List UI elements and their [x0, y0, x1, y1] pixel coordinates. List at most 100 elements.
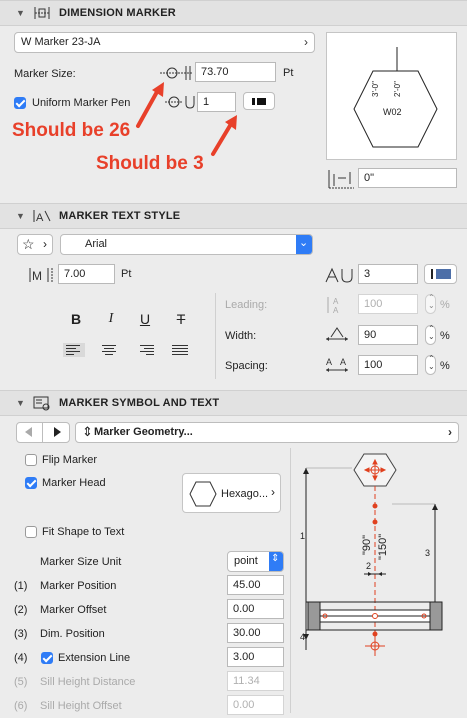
extension-line-label: Extension Line [58, 652, 131, 664]
pen-swatch-button[interactable] [243, 92, 275, 110]
next-page-button[interactable] [44, 423, 69, 442]
width-stepper[interactable] [425, 324, 436, 345]
sill-height-distance-input[interactable]: 11.34 [227, 671, 284, 691]
strikethrough-button[interactable]: T [171, 311, 191, 329]
hexagon-icon [189, 481, 217, 507]
preview-dim-right: 2'-0" [393, 81, 402, 97]
prev-page-button[interactable] [17, 423, 43, 442]
fit-shape-checkbox[interactable] [25, 526, 37, 538]
align-left-button[interactable] [63, 343, 85, 357]
row-3-number: (3) [14, 628, 28, 640]
spacing-stepper[interactable] [425, 354, 436, 375]
text-pen-icon [325, 267, 353, 283]
marker-symbol-header[interactable]: ▼ MARKER SYMBOL AND TEXT [0, 390, 467, 416]
marker-size-input[interactable]: 73.70 [195, 62, 276, 82]
font-dropdown[interactable]: Arial ⌄ [60, 234, 313, 255]
leading-icon: A A [327, 297, 339, 315]
marker-offset-label: Marker Offset [40, 604, 107, 616]
marker-text-style-header[interactable]: ▼ A MARKER TEXT STYLE [0, 203, 467, 229]
align-right-button[interactable] [136, 343, 158, 357]
star-icon: ☆ [22, 236, 35, 252]
marker-type-value: W Marker 23-JA [21, 36, 101, 48]
align-center-button[interactable] [100, 343, 122, 357]
row-5-number: (5) [14, 676, 28, 688]
size-unit-dropdown[interactable]: point ⇕ [227, 551, 284, 572]
marker-preview: 3'-0" 2'-0" W02 [326, 32, 457, 160]
pen-number-input[interactable]: 1 [197, 92, 236, 112]
dim-position-label: Dim. Position [40, 628, 105, 640]
row-2-number: (2) [14, 604, 28, 616]
head-shape-label: Hexago... [221, 488, 269, 500]
hexagon-marker-preview-icon [353, 47, 438, 148]
extension-line-input[interactable]: 3.00 [227, 647, 284, 667]
uniform-pen-label: Uniform Marker Pen [32, 97, 131, 109]
text-color-swatch-button[interactable] [424, 264, 457, 284]
marker-head-shape-button[interactable]: Hexago... › [182, 473, 281, 513]
row-1-number: (1) [14, 580, 28, 592]
diagram-label-3: 3 [425, 548, 431, 558]
size-unit-arrow: ⇕ [269, 552, 283, 571]
text-color-bar [431, 269, 433, 279]
svg-text:A: A [326, 357, 332, 367]
width-input[interactable]: 90 [358, 325, 418, 345]
uniform-pen-checkbox[interactable] [14, 97, 26, 109]
width-percent: % [440, 330, 450, 342]
italic-button[interactable]: I [101, 311, 121, 329]
leading-stepper[interactable] [425, 293, 436, 314]
width-icon [326, 327, 348, 341]
svg-text:A: A [333, 297, 339, 306]
marker-size-label: Marker Size: [14, 68, 76, 80]
marker-offset-input[interactable]: 0" [358, 168, 457, 188]
sill-height-offset-input[interactable]: 0.00 [227, 695, 284, 715]
marker-symbol-icon [33, 396, 50, 411]
annotation-should-be-26: Should be 26 [12, 120, 131, 141]
bold-button[interactable]: B [66, 311, 86, 329]
arrow-annotation-2-icon [211, 115, 237, 156]
dimension-marker-header[interactable]: ▼ DIMENSION MARKER [0, 0, 467, 26]
marker-symbol-title: MARKER SYMBOL AND TEXT [59, 397, 220, 409]
marker-offset-row-input[interactable]: 0.00 [227, 599, 284, 619]
leading-input[interactable]: 100 [358, 294, 418, 314]
triangle-right-icon [54, 427, 61, 437]
collapse-triangle-icon[interactable]: ▼ [16, 398, 25, 408]
divider [215, 293, 216, 379]
nav-buttons [16, 422, 70, 443]
svg-text:A: A [333, 306, 339, 315]
font-name-value: Arial [85, 238, 108, 250]
marker-position-label: Marker Position [40, 580, 117, 592]
text-pen-input[interactable]: 3 [358, 264, 418, 284]
extension-line-checkbox[interactable] [41, 652, 53, 664]
favorites-button[interactable]: ☆ › [17, 234, 53, 255]
sill-height-distance-label: Sill Height Distance [40, 676, 136, 688]
sill-height-offset-label: Sill Height Offset [40, 700, 122, 712]
geometry-icon: ⇕ [82, 424, 93, 439]
marker-position-input[interactable]: 45.00 [227, 575, 284, 595]
text-style-icon: A [33, 210, 51, 224]
diagram-divider [290, 448, 291, 713]
flip-marker-label: Flip Marker [42, 454, 98, 466]
marker-head-checkbox[interactable] [25, 477, 37, 489]
diagram-label-4: 4 [300, 632, 306, 642]
marker-geometry-dropdown[interactable]: ⇕ Marker Geometry... › [75, 422, 459, 443]
preview-tag: W02 [383, 107, 402, 117]
diagram-label-90: "90" [361, 534, 373, 555]
diagram-label-1: 1 [300, 531, 306, 541]
underline-button[interactable]: U [135, 311, 155, 329]
chevron-down-icon: ⌄ [299, 237, 309, 249]
dim-position-input[interactable]: 30.00 [227, 623, 284, 643]
collapse-triangle-icon[interactable]: ▼ [16, 211, 25, 221]
dimension-marker-icon [34, 7, 50, 19]
font-size-input[interactable]: 7.00 [58, 264, 115, 284]
svg-text:A: A [36, 212, 44, 224]
collapse-triangle-icon[interactable]: ▼ [16, 8, 25, 18]
flip-marker-checkbox[interactable] [25, 454, 37, 466]
spacing-input[interactable]: 100 [358, 355, 418, 375]
chevron-right-icon: › [448, 425, 452, 439]
chevron-right-icon: › [43, 237, 47, 251]
svg-text:M: M [32, 269, 42, 283]
dimension-marker-title: DIMENSION MARKER [59, 7, 176, 19]
marker-type-dropdown[interactable]: W Marker 23-JA › [14, 32, 315, 53]
leading-percent: % [440, 299, 450, 311]
diagram-label-2: 2 [366, 561, 372, 571]
align-justify-button[interactable] [172, 343, 194, 357]
